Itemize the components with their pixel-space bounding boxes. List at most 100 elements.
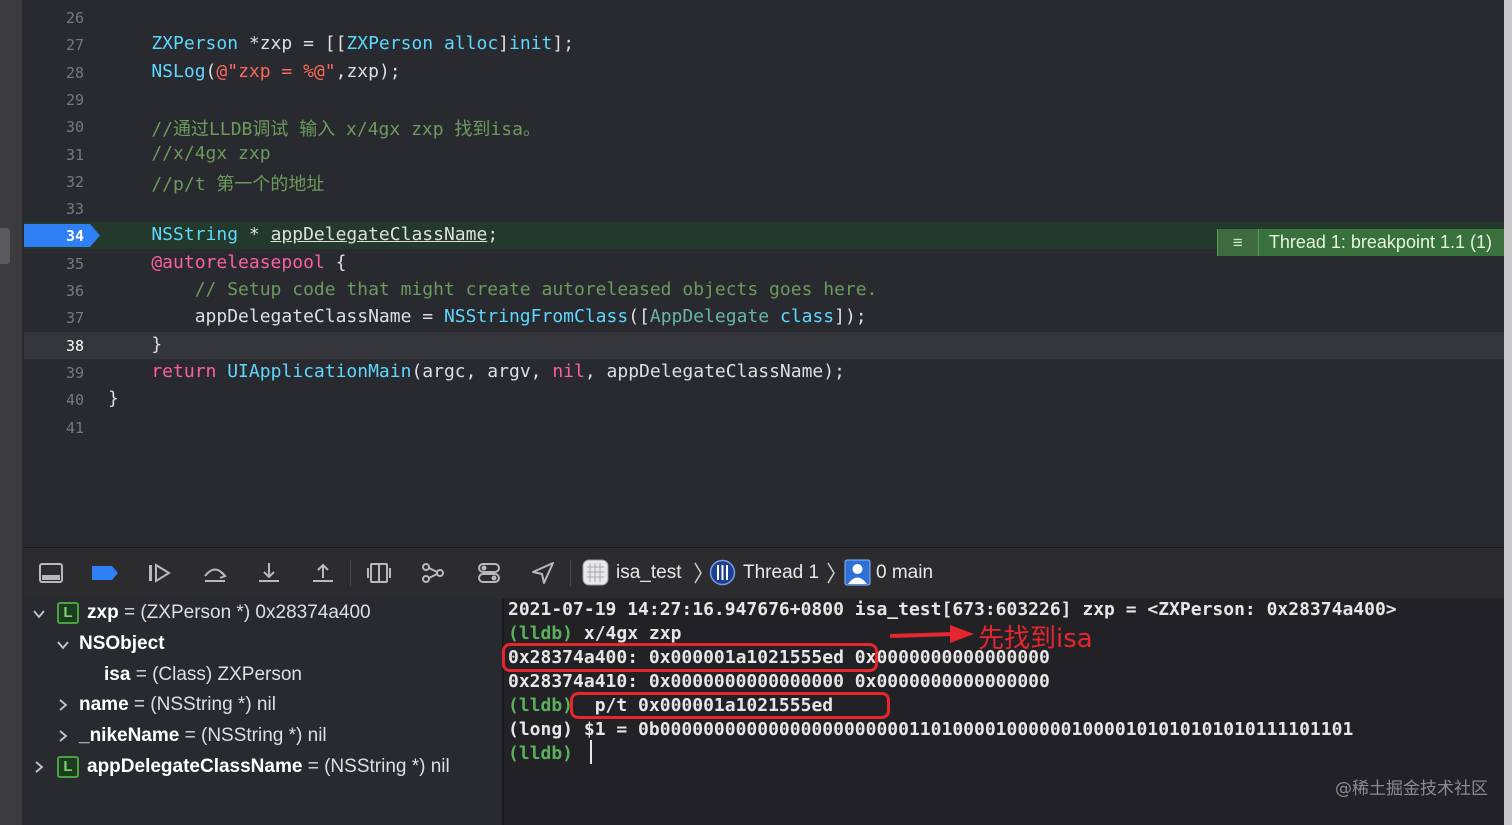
code-text: //通过LLDB调试 输入 x/4gx zxp 找到isa。 <box>108 115 541 141</box>
view-hierarchy-icon[interactable] <box>366 561 392 585</box>
line-number: 38 <box>65 336 84 355</box>
user-frame-icon <box>844 559 871 586</box>
code-text: } <box>108 388 119 409</box>
code-token: ([ <box>628 306 650 328</box>
code-token: *zxp = [[ <box>238 33 347 55</box>
chevron-down-icon[interactable] <box>56 638 70 652</box>
crumb-frame[interactable]: 0 main <box>876 560 933 586</box>
code-token: } <box>108 388 119 410</box>
code-line[interactable]: 41 <box>24 414 1504 441</box>
chevron-right-icon[interactable] <box>56 729 70 743</box>
chevron-down-icon[interactable] <box>32 607 46 621</box>
step-into-icon[interactable] <box>256 561 282 585</box>
code-token: NSLog <box>108 60 206 82</box>
code-line[interactable]: 40} <box>24 386 1504 413</box>
code-line[interactable]: 36 // Setup code that might create autor… <box>24 277 1504 304</box>
app-target-icon <box>582 559 609 586</box>
code-token: //p/t 第一个的地址 <box>108 173 325 195</box>
chevron-right-icon[interactable] <box>56 698 70 712</box>
code-line[interactable]: 31 //x/4gx zxp <box>24 141 1504 168</box>
breakpoint-menu-icon[interactable]: ≡ <box>1216 229 1258 256</box>
local-variable-icon: L <box>57 602 79 624</box>
variables-view[interactable]: L zxp = (ZXPerson *) 0x28374a400 NSObjec… <box>24 598 502 825</box>
code-token: ; <box>487 224 499 246</box>
var-row-isa[interactable]: isa = (Class) ZXPerson <box>104 661 302 689</box>
code-text: //x/4gx zxp <box>108 143 270 164</box>
code-token: //通过LLDB调试 输入 x/4gx zxp 找到isa。 <box>108 119 541 141</box>
code-line[interactable]: 37 appDelegateClassName = NSStringFromCl… <box>24 304 1504 331</box>
var-row-nsobject[interactable]: NSObject <box>79 630 165 658</box>
code-text: @autoreleasepool { <box>108 252 346 273</box>
var-row-name[interactable]: name = (NSString *) nil <box>79 691 276 719</box>
line-number: 28 <box>65 63 84 82</box>
environment-overrides-icon[interactable] <box>476 561 502 585</box>
code-token: ( <box>205 60 217 82</box>
code-line[interactable]: 38 } <box>24 331 1504 359</box>
line-number: 29 <box>65 90 84 109</box>
code-line[interactable]: 26 <box>24 4 1504 31</box>
code-token: { <box>324 251 347 273</box>
debug-toolbar: isa_test Thread 1 0 main <box>24 547 1504 599</box>
toolbar-separator <box>570 560 571 586</box>
code-line[interactable]: 28 NSLog(@"zxp = %@",zxp); <box>24 59 1504 86</box>
var-row-zxp[interactable]: zxp = (ZXPerson *) 0x28374a400 <box>87 599 371 627</box>
code-line[interactable]: 29 <box>24 86 1504 113</box>
var-value: = (NSString *) nil <box>184 725 327 746</box>
code-text: } <box>108 334 162 355</box>
var-value: = (NSString *) nil <box>307 756 450 777</box>
var-row-appdelegateclassname[interactable]: appDelegateClassName = (NSString *) nil <box>87 753 450 781</box>
code-token: // Setup code that might create autorele… <box>108 279 878 300</box>
code-line[interactable]: 32 //p/t 第一个的地址 <box>24 168 1504 195</box>
simulate-location-icon[interactable] <box>530 561 556 585</box>
code-token: NSStringFromClass <box>443 306 629 328</box>
memory-graph-icon[interactable] <box>420 561 446 585</box>
hide-debug-area-icon[interactable] <box>38 561 64 585</box>
chevron-right-icon <box>693 560 703 586</box>
code-token: alloc <box>443 33 499 55</box>
code-text: // Setup code that might create autorele… <box>108 279 878 300</box>
code-text: appDelegateClassName = NSStringFromClass… <box>108 306 867 327</box>
code-token: ]; <box>552 33 575 55</box>
code-text: return UIApplicationMain(argc, argv, nil… <box>108 361 845 382</box>
code-line[interactable]: 27 ZXPerson *zxp = [[ZXPerson alloc]init… <box>24 31 1504 58</box>
step-over-icon[interactable] <box>202 561 228 585</box>
chevron-right-icon[interactable] <box>32 760 46 774</box>
step-out-icon[interactable] <box>310 561 336 585</box>
toolbar-separator <box>350 560 351 586</box>
code-token: , appDelegateClassName); <box>584 360 845 382</box>
code-line[interactable]: 39 return UIApplicationMain(argc, argv, … <box>24 359 1504 386</box>
code-line[interactable]: 30 //通过LLDB调试 输入 x/4gx zxp 找到isa。 <box>24 113 1504 140</box>
line-number: 37 <box>65 309 84 328</box>
code-token: (argc, argv, <box>411 360 553 382</box>
code-text: //p/t 第一个的地址 <box>108 170 324 196</box>
var-name: appDelegateClassName <box>87 756 303 777</box>
breakpoints-toggle-icon[interactable] <box>90 561 120 585</box>
right-edge-strip <box>1504 0 1512 825</box>
code-token: ZXPerson <box>346 33 434 55</box>
gutter-marker <box>0 228 10 264</box>
var-value: = (ZXPerson *) 0x28374a400 <box>123 602 371 623</box>
line-number: 31 <box>65 145 84 164</box>
var-name: isa <box>104 664 131 685</box>
var-row-nikename[interactable]: _nikeName = (NSString *) nil <box>79 722 327 750</box>
code-editor[interactable]: 26 27 ZXPerson *zxp = [[ZXPerson alloc]in… <box>24 0 1504 546</box>
annotation-box-isa <box>502 643 878 672</box>
line-number: 27 <box>65 36 84 55</box>
breakpoint-marker[interactable]: 34 <box>24 224 100 248</box>
lldb-console[interactable]: 2021-07-19 14:27:16.947676+0800 isa_test… <box>502 598 1504 825</box>
lldb-prompt: (lldb) <box>508 743 574 764</box>
annotation-arrow-icon <box>888 623 978 645</box>
continue-icon[interactable] <box>146 561 172 585</box>
crumb-target[interactable]: isa_test <box>616 560 681 586</box>
line-number: 35 <box>65 254 84 273</box>
breakpoint-annotation[interactable]: ≡ Thread 1: breakpoint 1.1 (1) <box>1216 229 1512 256</box>
code-line[interactable]: 33 <box>24 195 1504 222</box>
code-token: init <box>509 33 553 55</box>
code-token: UIApplicationMain <box>227 360 412 382</box>
code-token: } <box>108 333 163 355</box>
code-token: NSString <box>108 224 239 246</box>
code-token: @"zxp = %@" <box>216 60 336 82</box>
code-token: ] <box>498 33 509 55</box>
crumb-thread[interactable]: Thread 1 <box>743 560 819 586</box>
